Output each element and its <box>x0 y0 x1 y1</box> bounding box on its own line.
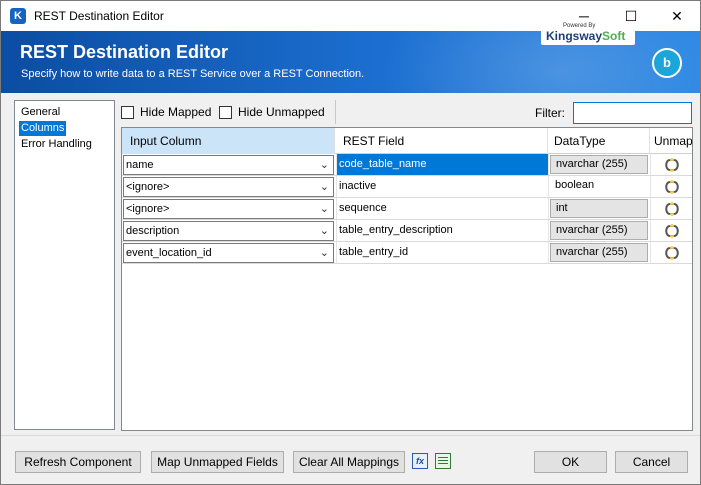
unmap-cell[interactable] <box>650 198 692 219</box>
product-logo-icon: b <box>652 48 682 78</box>
input-column-select[interactable]: name ⌄ <box>123 155 334 175</box>
datatype-value: boolean <box>555 179 595 191</box>
input-column-value: event_location_id <box>126 247 212 259</box>
cancel-button[interactable]: Cancel <box>615 451 688 473</box>
footer-divider <box>1 435 700 436</box>
brand-name-soft: Soft <box>602 29 626 43</box>
mapping-grid-icon[interactable] <box>435 453 451 469</box>
header-title: REST Destination Editor <box>20 42 229 62</box>
unlink-icon[interactable] <box>661 245 683 261</box>
rest-field-cell[interactable]: code_table_name <box>336 154 548 175</box>
input-column-select[interactable]: description ⌄ <box>123 221 334 241</box>
datatype-cell[interactable]: nvarchar (255) <box>548 220 650 241</box>
rest-field-cell[interactable]: inactive <box>336 176 548 197</box>
table-row[interactable]: event_location_id ⌄ table_entry_id nvarch… <box>122 242 692 264</box>
hide-mapped-checkbox[interactable] <box>121 105 134 119</box>
table-row[interactable]: description ⌄ table_entry_description nva… <box>122 220 692 242</box>
rest-field-cell[interactable]: table_entry_id <box>336 242 548 263</box>
datatype-value: nvarchar (255) <box>550 243 648 262</box>
hide-unmapped-option[interactable]: Hide Unmapped <box>219 105 325 119</box>
input-column-value: name <box>126 159 154 171</box>
nav-item-columns[interactable]: Columns <box>19 121 67 136</box>
table-row[interactable]: name ⌄ code_table_name nvarchar (255) <box>122 154 692 176</box>
unlink-icon[interactable] <box>661 157 683 173</box>
header-unmap[interactable]: Unmap <box>650 128 692 154</box>
page-navigation: General Columns Error Handling <box>14 100 115 430</box>
header-rest-field[interactable]: REST Field <box>336 128 548 154</box>
chevron-down-icon[interactable]: ⌄ <box>320 156 329 174</box>
unmap-cell[interactable] <box>650 154 692 175</box>
header-datatype[interactable]: DataType <box>548 128 650 154</box>
ok-button[interactable]: OK <box>534 451 607 473</box>
unlink-icon[interactable] <box>661 201 683 217</box>
input-column-select[interactable]: <ignore> ⌄ <box>123 177 334 197</box>
hide-mapped-option[interactable]: Hide Mapped <box>121 105 211 119</box>
datatype-cell[interactable]: boolean <box>548 176 650 197</box>
hide-unmapped-checkbox[interactable] <box>219 105 232 119</box>
brand-name: KingswaySoft <box>546 29 625 43</box>
filter-label: Filter: <box>535 106 565 120</box>
datatype-cell[interactable]: nvarchar (255) <box>548 242 650 263</box>
brand-name-k: Kingsway <box>546 29 603 43</box>
header-input-column[interactable]: Input Column <box>122 128 335 154</box>
chevron-down-icon[interactable]: ⌄ <box>320 178 329 196</box>
datatype-value: int <box>550 199 648 218</box>
chevron-down-icon[interactable]: ⌄ <box>320 222 329 240</box>
unlink-icon[interactable] <box>661 223 683 239</box>
datatype-cell[interactable]: nvarchar (255) <box>548 154 650 175</box>
kingswaysoft-logo: Powered By KingswaySoft <box>541 21 635 45</box>
input-column-value: description <box>126 225 180 237</box>
unmap-cell[interactable] <box>650 220 692 241</box>
nav-item-general[interactable]: General <box>19 105 62 120</box>
table-row[interactable]: <ignore> ⌄ sequence int <box>122 198 692 220</box>
datatype-value: nvarchar (255) <box>550 221 648 240</box>
hide-mapped-label: Hide Mapped <box>140 105 212 119</box>
unmap-cell[interactable] <box>650 176 692 197</box>
close-button[interactable]: ✕ <box>654 1 700 31</box>
expression-fx-icon[interactable]: fx <box>412 453 428 469</box>
input-column-select[interactable]: <ignore> ⌄ <box>123 199 334 219</box>
unmap-cell[interactable] <box>650 242 692 263</box>
clear-all-mappings-button[interactable]: Clear All Mappings <box>293 451 405 473</box>
input-column-value: <ignore> <box>126 181 170 193</box>
datatype-value: nvarchar (255) <box>550 155 648 174</box>
table-row[interactable]: <ignore> ⌄ inactive boolean <box>122 176 692 198</box>
map-unmapped-fields-button[interactable]: Map Unmapped Fields <box>151 451 284 473</box>
grid-header-row: Input Column REST Field DataType Unmap <box>122 128 692 154</box>
input-column-value: <ignore> <box>126 203 170 215</box>
nav-item-error-handling[interactable]: Error Handling <box>19 137 94 152</box>
app-icon: K <box>10 8 26 24</box>
column-mapping-grid: Input Column REST Field DataType Unmap n… <box>121 127 693 431</box>
header-subtitle: Specify how to write data to a REST Serv… <box>21 68 365 80</box>
input-column-select[interactable]: event_location_id ⌄ <box>123 243 334 263</box>
window-title: REST Destination Editor <box>34 9 164 23</box>
datatype-cell[interactable]: int <box>548 198 650 219</box>
rest-field-cell[interactable]: table_entry_description <box>336 220 548 241</box>
editor-window: K REST Destination Editor ─ ☐ ✕ REST Des… <box>0 0 701 485</box>
unlink-icon[interactable] <box>661 179 683 195</box>
toolbar-divider <box>335 100 336 124</box>
chevron-down-icon[interactable]: ⌄ <box>320 200 329 218</box>
chevron-down-icon[interactable]: ⌄ <box>320 244 329 262</box>
rest-field-cell[interactable]: sequence <box>336 198 548 219</box>
hide-unmapped-label: Hide Unmapped <box>238 105 325 119</box>
refresh-component-button[interactable]: Refresh Component <box>15 451 141 473</box>
filter-input[interactable] <box>573 102 692 124</box>
